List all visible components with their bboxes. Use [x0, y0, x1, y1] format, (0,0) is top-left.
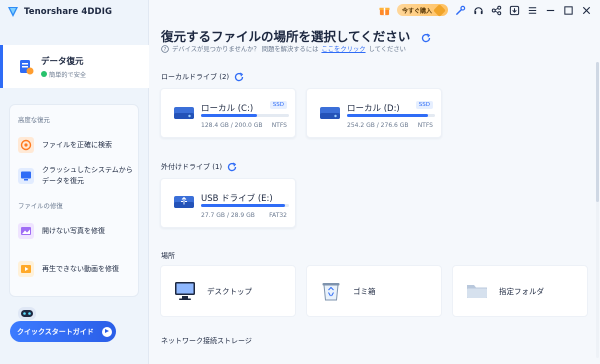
sidebar: Tenorshare 4DDIG データ復元 簡単的で安全 高度な復元 ファイル…	[0, 0, 149, 364]
drive-size: 254.2 GB / 276.6 GB	[347, 122, 409, 129]
drive-card-d[interactable]: ローカル (D:) SSD 254.2 GB / 276.6 GB NTFS	[306, 88, 442, 138]
quickstart-label: クイックスタートガイド	[17, 327, 94, 336]
drive-filesystem: NTFS	[417, 122, 433, 129]
main-scrollbar[interactable]	[596, 62, 599, 358]
location-label: デスクトップ	[207, 286, 252, 296]
network-storage-label: ネットワーク接続ストレージ	[161, 337, 252, 345]
location-label: ゴミ箱	[353, 286, 376, 296]
safe-status-icon	[41, 71, 47, 77]
location-recycle-bin[interactable]: ゴミ箱	[306, 265, 442, 317]
buy-now-label: 今すぐ購入	[401, 7, 432, 15]
network-storage-title: ネットワーク接続ストレージ	[161, 336, 252, 346]
location-label: 指定フォルダ	[499, 286, 544, 296]
hard-drive-icon	[174, 107, 194, 119]
photo-repair-label: 開けない写真を修復	[42, 226, 105, 235]
drive-filesystem: NTFS	[271, 122, 287, 129]
page-title-text: 復元するファイルの場所を選択してください	[161, 29, 411, 44]
nav-precise-search[interactable]: ファイルを正確に検索	[18, 137, 136, 153]
usage-bar	[201, 204, 289, 207]
titlebar: 今すぐ購入	[379, 0, 600, 20]
folder-icon	[467, 285, 487, 298]
desktop-icon	[175, 282, 195, 300]
minimize-icon[interactable]	[545, 5, 556, 16]
drive-size: 128.4 GB / 200.0 GB	[201, 122, 263, 129]
gift-icon[interactable]	[379, 5, 390, 16]
usage-bar-fill	[201, 204, 286, 207]
drive-card-usb[interactable]: USB ドライブ (E:) 27.7 GB / 28.9 GB FAT32	[160, 178, 296, 228]
chevron-right-icon	[102, 326, 112, 337]
help-line: ? デバイスが見つかりませんか？ 問題を解決するには ここをクリック してくださ…	[161, 44, 406, 53]
usage-bar	[201, 114, 289, 117]
drive-name: ローカル (C:)	[201, 104, 254, 114]
drive-card-c[interactable]: ローカル (C:) SSD 128.4 GB / 200.0 GB NTFS	[160, 88, 296, 138]
drive-name: USB ドライブ (E:)	[201, 194, 273, 204]
refresh-local-icon[interactable]	[234, 72, 244, 82]
svg-text:?: ?	[164, 47, 167, 53]
usage-bar-fill	[201, 114, 258, 117]
share-icon[interactable]	[491, 5, 502, 16]
ssd-badge: SSD	[269, 101, 287, 109]
usage-bar-fill	[347, 114, 428, 117]
scrollbar-thumb[interactable]	[596, 62, 599, 202]
location-folder[interactable]: 指定フォルダ	[452, 265, 588, 317]
external-drives-title: 外付けドライブ (1)	[161, 162, 237, 172]
menu-icon[interactable]	[527, 5, 538, 16]
ssd-badge: SSD	[415, 101, 433, 109]
premium-diamond-icon	[433, 3, 446, 17]
quickstart-guide-button[interactable]: クイックスタートガイド	[10, 321, 116, 342]
usage-bar	[347, 114, 435, 117]
refresh-icon[interactable]	[421, 33, 431, 43]
video-repair-icon	[18, 261, 34, 277]
usb-drive-icon	[174, 196, 194, 208]
help-text: デバイスが見つかりませんか？ 問題を解決するには	[172, 46, 319, 53]
hard-drive-icon	[320, 107, 340, 119]
drive-size: 27.7 GB / 28.9 GB	[201, 212, 255, 219]
close-icon[interactable]	[581, 5, 592, 16]
external-drives-label: 外付けドライブ (1)	[161, 163, 223, 171]
app-name: Tenorshare 4DDIG	[24, 7, 113, 17]
headset-icon[interactable]	[473, 5, 484, 16]
advanced-section-label: 高度な復元	[18, 116, 50, 124]
brand: Tenorshare 4DDIG	[6, 5, 112, 19]
repair-section-label: ファイルの修復	[18, 202, 63, 210]
help-suffix: してください	[368, 46, 406, 53]
page-title: 復元するファイルの場所を選択してください	[161, 26, 431, 45]
recover-sub-label: 簡単的で安全	[49, 71, 87, 79]
video-repair-label: 再生できない動画を修復	[42, 264, 119, 273]
local-drives-label: ローカルドライブ (2)	[161, 73, 230, 81]
drive-filesystem: FAT32	[269, 212, 287, 219]
nav-crash-recovery[interactable]: クラッシュしたシステムからデータを復元	[18, 165, 136, 187]
buy-now-button[interactable]: 今すぐ購入	[396, 3, 448, 17]
tools-icon[interactable]	[455, 5, 466, 16]
app-logo-icon	[8, 7, 18, 17]
download-icon[interactable]	[509, 5, 520, 16]
advanced-panel: 高度な復元 ファイルを正確に検索 クラッシュしたシステムからデータを復元 ファイ…	[9, 104, 139, 297]
target-search-icon	[18, 137, 34, 153]
nav-video-repair[interactable]: 再生できない動画を修復	[18, 261, 136, 277]
crash-recovery-label: クラッシュしたシステムからデータを復元	[42, 166, 133, 185]
photo-repair-icon	[18, 223, 34, 239]
monitor-crash-icon	[18, 168, 34, 184]
nav-photo-repair[interactable]: 開けない写真を修復	[18, 223, 136, 239]
recover-title: データ復元	[41, 56, 84, 67]
drive-name: ローカル (D:)	[347, 104, 400, 114]
recover-subtitle: 簡単的で安全	[41, 70, 86, 79]
precise-search-label: ファイルを正確に検索	[42, 140, 112, 149]
data-recovery-icon	[20, 59, 34, 74]
locations-label: 場所	[161, 252, 175, 260]
maximize-icon[interactable]	[563, 5, 574, 16]
recycle-bin-icon	[322, 283, 340, 301]
nav-data-recovery[interactable]: データ復元 簡単的で安全	[0, 45, 149, 88]
local-drives-title: ローカルドライブ (2)	[161, 72, 244, 82]
location-desktop[interactable]: デスクトップ	[160, 265, 296, 317]
refresh-external-icon[interactable]	[227, 162, 237, 172]
help-icon: ?	[161, 44, 169, 53]
locations-title: 場所	[161, 251, 175, 261]
robot-mascot-icon	[18, 307, 36, 320]
help-link[interactable]: ここをクリック	[321, 44, 365, 53]
